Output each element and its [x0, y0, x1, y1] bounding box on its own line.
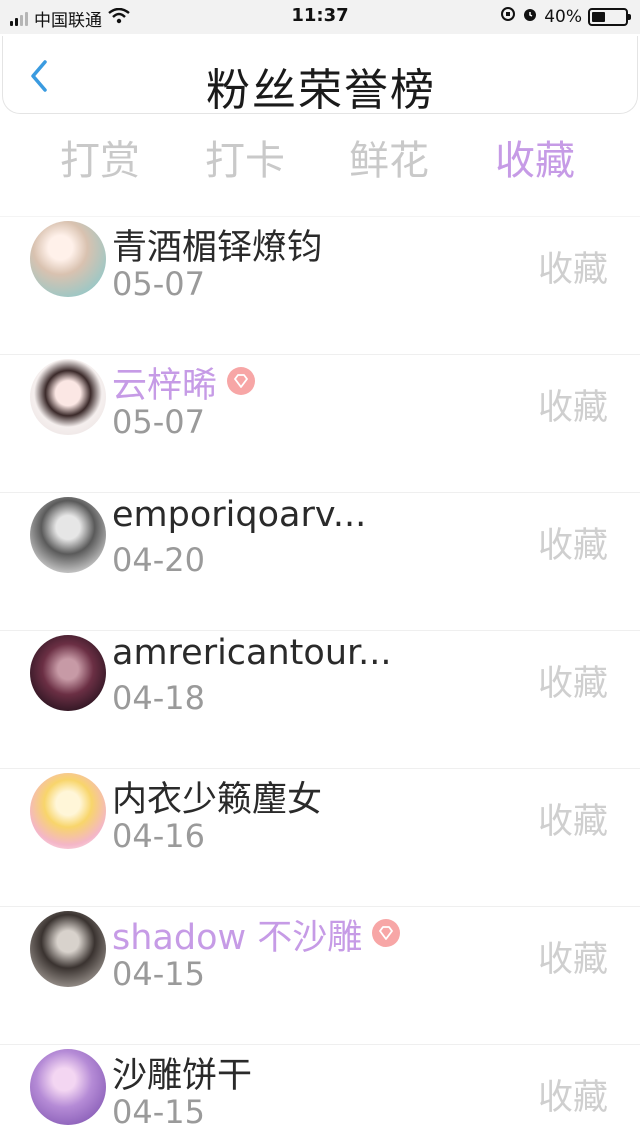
avatar[interactable]	[30, 773, 106, 849]
fan-date: 05-07	[112, 403, 205, 441]
fan-name: emporiqoarv...	[112, 495, 367, 535]
avatar[interactable]	[30, 359, 106, 435]
fan-name: shadow 不沙雕	[112, 918, 363, 958]
avatar[interactable]	[30, 497, 106, 573]
fan-date: 04-18	[112, 679, 205, 717]
fan-name: 青酒楣铎燎钧	[112, 228, 323, 268]
nav-bar: 粉丝荣誉榜	[2, 36, 638, 116]
avatar[interactable]	[30, 221, 106, 297]
diamond-badge-icon	[372, 919, 401, 947]
fan-name: 沙雕饼干	[112, 1056, 253, 1096]
fan-date: 04-20	[112, 541, 205, 579]
fan-action-label: 收藏	[537, 526, 608, 566]
alarm-icon	[522, 6, 538, 27]
fan-date: 05-07	[112, 265, 205, 303]
list-item[interactable]: shadow 不沙雕 04-15 收藏	[0, 906, 640, 1044]
tab-favorites[interactable]: 收藏	[495, 128, 575, 186]
fan-date: 04-15	[112, 955, 205, 993]
fan-name: amrericantour...	[112, 633, 392, 673]
fan-name: 内衣少籁麈女	[112, 780, 323, 820]
tab-flowers[interactable]: 鲜花	[349, 128, 429, 186]
list-item[interactable]: 沙雕饼干 04-15 收藏	[0, 1044, 640, 1138]
tab-reward[interactable]: 打赏	[60, 128, 140, 186]
fan-action-label: 收藏	[537, 1078, 608, 1118]
fan-name-row: shadow 不沙雕	[112, 909, 401, 960]
fan-action-label: 收藏	[537, 802, 608, 842]
fan-date: 04-15	[112, 1093, 205, 1131]
diamond-badge-icon	[227, 367, 256, 395]
status-bar: 中国联通 11:37 40%	[0, 0, 640, 34]
list-item[interactable]: 云梓晞 05-07 收藏	[0, 354, 640, 492]
battery-icon	[588, 7, 631, 26]
list-item[interactable]: emporiqoarv... 04-20 收藏	[0, 492, 640, 630]
tab-bar: 打赏 打卡 鲜花 收藏	[0, 128, 640, 188]
fan-action-label: 收藏	[537, 388, 608, 428]
list-item[interactable]: amrericantour... 04-18 收藏	[0, 630, 640, 768]
list-item[interactable]: 青酒楣铎燎钧 05-07 收藏	[0, 216, 640, 354]
orientation-lock-icon	[500, 6, 516, 27]
fan-action-label: 收藏	[537, 664, 608, 704]
tab-checkin[interactable]: 打卡	[205, 128, 285, 186]
fan-action-label: 收藏	[537, 940, 608, 980]
avatar[interactable]	[30, 911, 106, 987]
avatar[interactable]	[30, 635, 106, 711]
fan-name: 云梓晞	[112, 366, 218, 406]
page-title: 粉丝荣誉榜	[206, 65, 436, 116]
fan-name-row: 云梓晞	[112, 357, 256, 408]
fan-date: 04-16	[112, 817, 205, 855]
status-right: 40%	[500, 6, 631, 27]
avatar[interactable]	[30, 1049, 106, 1125]
fan-action-label: 收藏	[537, 250, 608, 290]
fan-list: 青酒楣铎燎钧 05-07 收藏 云梓晞 05-07 收藏 emporiqoarv…	[0, 216, 640, 1138]
battery-percent: 40%	[544, 6, 582, 27]
list-item[interactable]: 内衣少籁麈女 04-16 收藏	[0, 768, 640, 906]
